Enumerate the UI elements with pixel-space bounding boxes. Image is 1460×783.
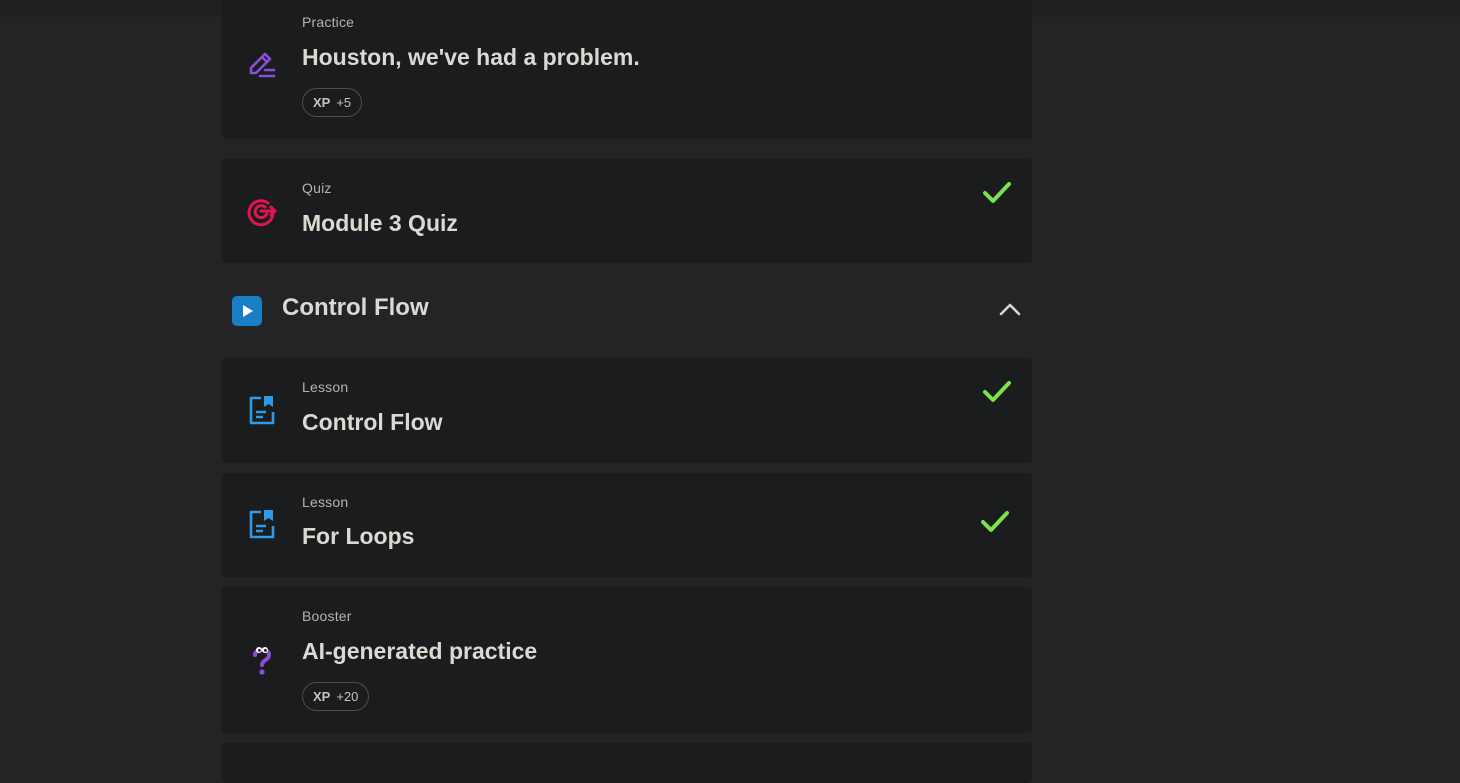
checkmark-icon (983, 381, 1011, 402)
checkmark-icon (983, 182, 1011, 203)
course-item-lesson[interactable]: Lesson Control Flow (222, 358, 1032, 463)
item-kind-label: Lesson (302, 494, 349, 510)
xp-value: +5 (336, 95, 352, 110)
course-item-practice[interactable]: Practice Houston, we've had a problem. X… (222, 0, 1032, 139)
item-kind-label: Booster (302, 608, 352, 624)
pencil-icon (249, 52, 276, 78)
item-kind-label: Practice (302, 14, 355, 30)
xp-badge: XP +5 (302, 88, 363, 117)
xp-label: XP (313, 689, 331, 704)
course-item-booster[interactable]: Booster AI-generated practice XP +20 (222, 587, 1032, 733)
item-title: Houston, we've had a problem. (302, 44, 640, 70)
course-item-quiz[interactable]: Quiz Module 3 Quiz (222, 159, 1032, 263)
section-title: Control Flow (282, 294, 429, 321)
lesson-icon (249, 510, 275, 539)
play-icon (232, 296, 262, 326)
lesson-icon (249, 396, 275, 425)
question-mark-icon (253, 647, 272, 675)
item-kind-label: Lesson (302, 379, 349, 395)
xp-badge: XP +20 (302, 682, 370, 711)
item-title: AI-generated practice (302, 638, 538, 664)
item-title: For Loops (302, 523, 415, 549)
course-item-lesson[interactable]: Lesson For Loops (222, 473, 1032, 577)
item-title: Control Flow (302, 409, 443, 435)
item-title: Module 3 Quiz (302, 210, 458, 236)
item-kind-label: Quiz (302, 180, 332, 196)
checkmark-icon (981, 511, 1009, 532)
section-header-control-flow[interactable]: Control Flow (222, 282, 1032, 338)
course-item-partial[interactable] (222, 743, 1032, 783)
xp-value: +20 (336, 689, 359, 704)
target-icon (247, 199, 277, 227)
xp-label: XP (313, 95, 331, 110)
chevron-up-icon[interactable] (998, 299, 1022, 319)
